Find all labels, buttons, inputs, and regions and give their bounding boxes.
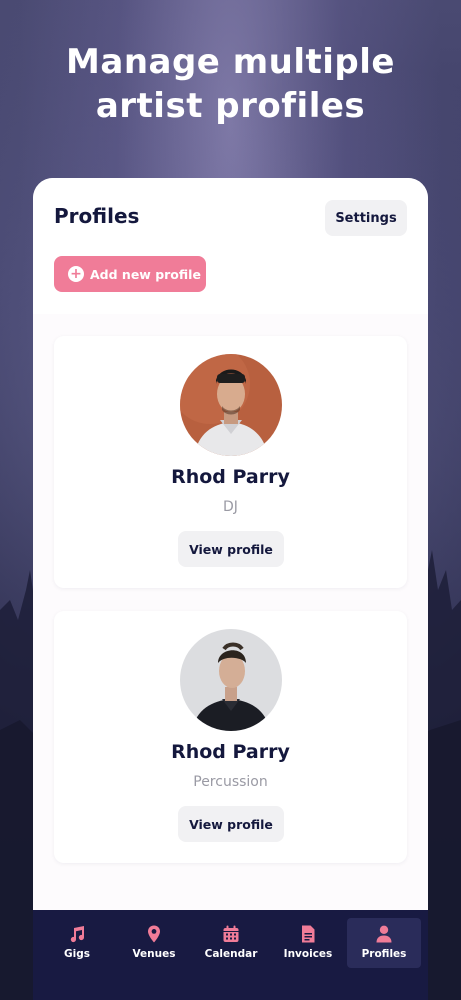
- tab-label: Profiles: [361, 948, 407, 960]
- tab-gigs[interactable]: Gigs: [40, 918, 114, 968]
- headline: Manage multiple artist profiles: [0, 40, 461, 128]
- profile-card: Rhod Parry DJ View profile: [54, 336, 407, 588]
- profile-role: DJ: [223, 499, 238, 515]
- tab-venues[interactable]: Venues: [117, 918, 191, 968]
- bottom-tab-bar: Gigs Venues Calendar Invoices Profiles: [33, 910, 428, 1000]
- profile-card: Rhod Parry Percussion View profile: [54, 611, 407, 863]
- tab-profiles[interactable]: Profiles: [347, 918, 421, 968]
- calendar-icon: [223, 925, 239, 942]
- headline-line-1: Manage multiple: [66, 42, 395, 82]
- avatar: [180, 629, 282, 731]
- app-screen: Profiles Settings + Add new profile Rhod…: [33, 178, 428, 1000]
- tab-label: Calendar: [204, 948, 258, 960]
- profile-name: Rhod Parry: [171, 741, 290, 763]
- avatar: [180, 354, 282, 456]
- document-icon: [302, 925, 315, 943]
- add-profile-label: Add new profile: [90, 266, 201, 282]
- person-icon: [376, 925, 392, 943]
- view-profile-button[interactable]: View profile: [178, 806, 284, 842]
- profile-role: Percussion: [193, 774, 268, 790]
- music-note-icon: [70, 926, 85, 943]
- tab-label: Venues: [132, 948, 176, 960]
- tab-label: Invoices: [283, 948, 333, 960]
- plus-circle-icon: +: [68, 266, 84, 282]
- page-title: Profiles: [54, 204, 140, 228]
- tab-calendar[interactable]: Calendar: [194, 918, 268, 968]
- map-pin-icon: [148, 925, 160, 943]
- tab-invoices[interactable]: Invoices: [271, 918, 345, 968]
- profiles-header: Profiles Settings + Add new profile: [33, 178, 428, 314]
- profile-name: Rhod Parry: [171, 466, 290, 488]
- add-profile-button[interactable]: + Add new profile: [54, 256, 206, 292]
- view-profile-button[interactable]: View profile: [178, 531, 284, 567]
- headline-line-2: artist profiles: [95, 86, 366, 126]
- tab-label: Gigs: [64, 948, 90, 960]
- settings-button[interactable]: Settings: [325, 200, 407, 236]
